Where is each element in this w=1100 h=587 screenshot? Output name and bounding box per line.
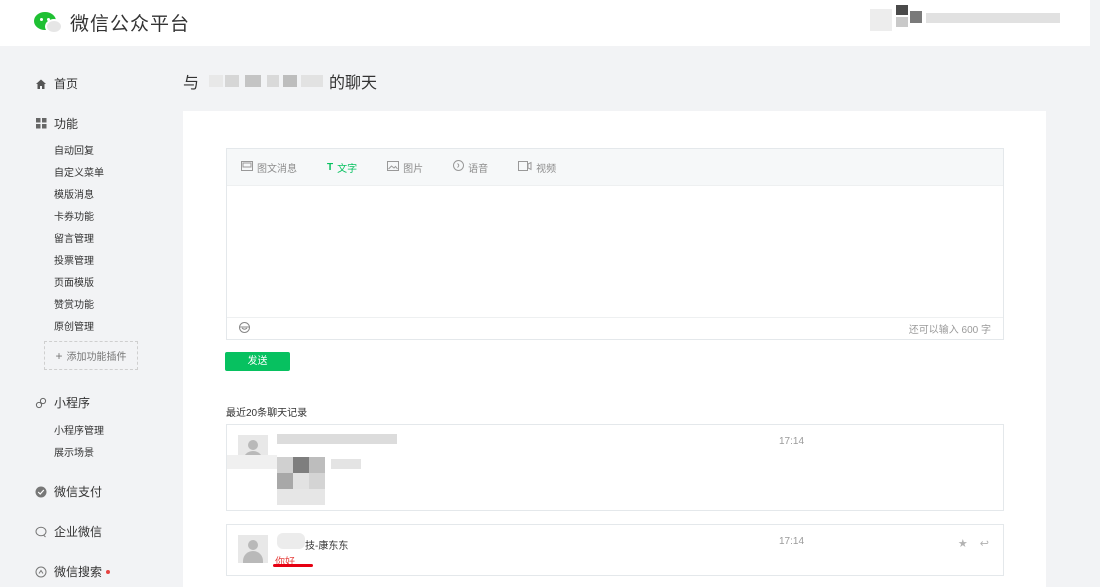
link-icon (34, 396, 48, 410)
account-info-blurred[interactable] (870, 5, 1060, 35)
contact-name-blurred (201, 72, 327, 90)
sidebar-item-home[interactable]: 首页 (34, 75, 78, 92)
sidebar-item-miniprogram-manage[interactable]: 小程序管理 (54, 422, 104, 437)
plus-icon: + (55, 348, 63, 363)
avatar[interactable] (238, 535, 268, 563)
tab-image[interactable]: 图片 (387, 160, 423, 175)
list-item: 技-康东东 你好 17:14 ★ ↩ (226, 524, 1004, 576)
tab-news[interactable]: 图文消息 (241, 160, 297, 175)
sidebar-item-votes[interactable]: 投票管理 (54, 252, 94, 267)
sidebar-item-miniprogram[interactable]: 小程序 (34, 394, 90, 411)
star-icon[interactable]: ★ (958, 537, 968, 550)
voice-icon (453, 160, 465, 174)
sidebar-item-template-message[interactable]: 模版消息 (54, 186, 94, 201)
add-plugin-label: 添加功能插件 (66, 352, 127, 363)
sidebar-item-label: 微信支付 (54, 485, 103, 499)
news-icon (241, 160, 253, 174)
sidebar-item-original[interactable]: 原创管理 (54, 318, 94, 333)
sidebar-item-coupons[interactable]: 卡券功能 (54, 208, 94, 223)
sidebar-item-features[interactable]: 功能 (34, 115, 78, 132)
send-button[interactable]: 发送 (225, 352, 290, 371)
reply-icon[interactable]: ↩ (980, 537, 989, 550)
message-time: 17:14 (779, 436, 805, 447)
editor-tabs: 图文消息 T 文字 图片 语音 视频 (227, 149, 1003, 186)
sidebar-item-label: 功能 (54, 117, 79, 131)
sidebar-item-wechat-search[interactable]: 微信搜索 (34, 563, 111, 580)
new-badge-dot (106, 569, 111, 574)
add-plugin-button[interactable]: + 添加功能插件 (44, 341, 138, 370)
message-actions: ★ ↩ (946, 537, 989, 550)
message-time: 17:14 (779, 536, 805, 547)
red-underline-annotation (273, 564, 313, 567)
sidebar-item-work-wechat[interactable]: 企业微信 (34, 523, 102, 540)
page-title-suffix: 的聊天 (329, 75, 378, 92)
sidebar-item-label: 小程序 (54, 396, 91, 410)
video-icon (518, 160, 532, 174)
extra-blur (331, 459, 361, 469)
sender-name-blurred (277, 434, 397, 444)
emoji-icon[interactable] (239, 321, 250, 336)
text-icon: T (327, 161, 334, 173)
char-count: 还可以输入 600 字 (908, 325, 991, 336)
sidebar-item-wechat-pay[interactable]: 微信支付 (34, 483, 102, 500)
editor-footer: 还可以输入 600 字 (227, 317, 1003, 339)
sidebar-item-appreciation[interactable]: 赞赏功能 (54, 296, 94, 311)
tab-video[interactable]: 视频 (518, 160, 556, 175)
sender-name-blurred (277, 533, 305, 549)
sidebar-item-custom-menu[interactable]: 自定义菜单 (54, 164, 104, 179)
tab-voice[interactable]: 语音 (453, 160, 488, 175)
grid-icon (34, 117, 48, 131)
tab-text[interactable]: T 文字 (327, 160, 357, 175)
pay-icon (34, 485, 48, 499)
brand[interactable]: 微信公众平台 (32, 9, 190, 36)
sidebar-item-label: 企业微信 (54, 525, 103, 539)
message-textarea[interactable] (227, 186, 1003, 317)
sender-name: 技-康东东 (305, 541, 349, 552)
image-thumb-blurred (277, 457, 325, 505)
top-bar: 微信公众平台 (0, 0, 1090, 46)
sidebar-item-comments[interactable]: 留言管理 (54, 230, 94, 245)
page-title: 与 的聊天 (183, 69, 377, 93)
history-title: 最近20条聊天记录 (226, 408, 308, 419)
brand-title: 微信公众平台 (70, 14, 191, 35)
message-content-blurred (227, 455, 277, 469)
sidebar-item-label: 首页 (54, 77, 79, 91)
wechat-logo-icon (32, 10, 66, 36)
search-icon (34, 565, 48, 579)
sidebar-item-page-template[interactable]: 页面模版 (54, 274, 94, 289)
page-title-prefix: 与 (183, 75, 200, 92)
chat-icon (34, 525, 48, 539)
sidebar-item-label: 微信搜索 (54, 565, 103, 579)
sidebar-item-scenes[interactable]: 展示场景 (54, 444, 94, 459)
list-item: 17:14 (226, 424, 1004, 511)
home-icon (34, 77, 48, 91)
image-icon (387, 160, 400, 174)
sidebar: 首页 功能 自动回复 自定义菜单 模版消息 卡券功能 留言管理 投票管理 页面模… (0, 46, 168, 587)
message-editor: 图文消息 T 文字 图片 语音 视频 还可以输入 600 字 (226, 148, 1004, 340)
sidebar-item-auto-reply[interactable]: 自动回复 (54, 142, 94, 157)
